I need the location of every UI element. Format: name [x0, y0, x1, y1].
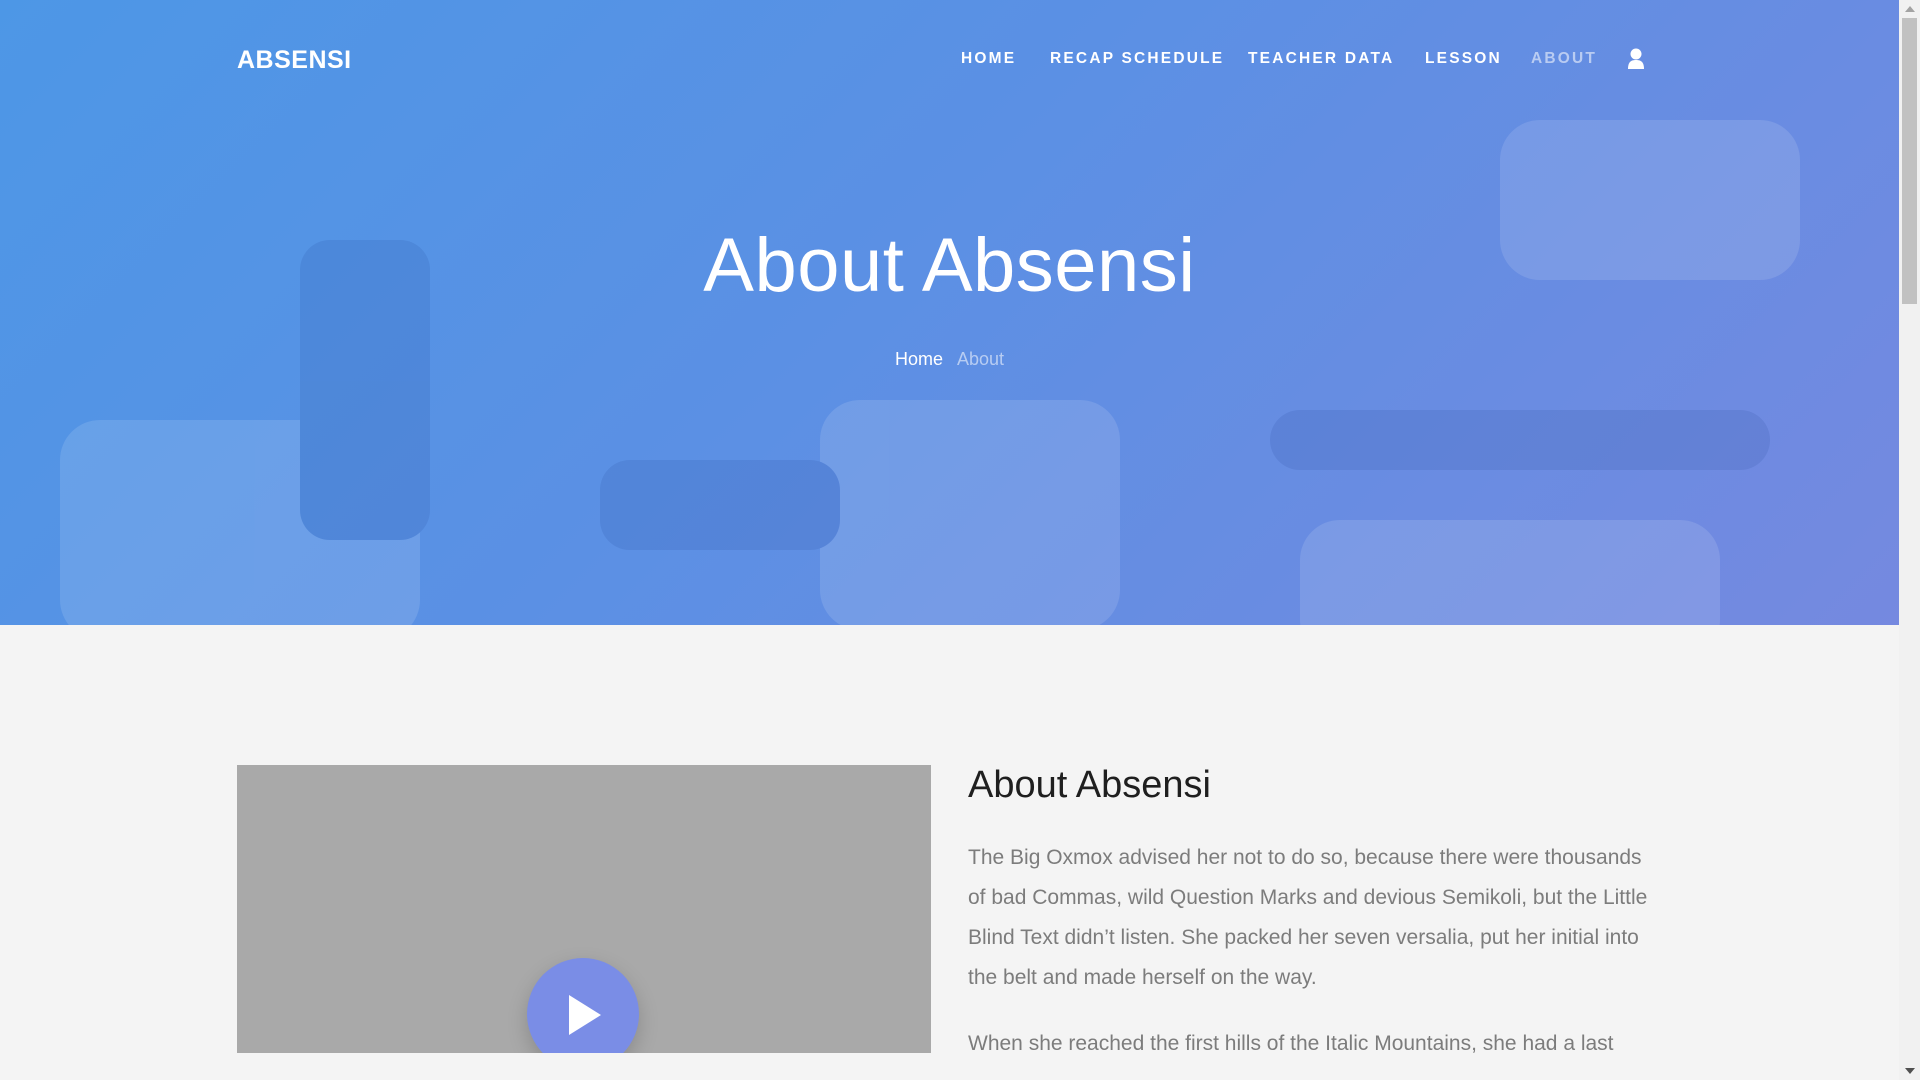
vertical-scrollbar[interactable] [1899, 0, 1920, 1080]
about-paragraph-1: The Big Oxmox advised her not to do so, … [968, 846, 1648, 989]
main-nav: HOME RECAP SCHEDULE TEACHER DATA LESSON … [0, 50, 1899, 74]
breadcrumb-home-link[interactable]: Home [895, 349, 943, 369]
breadcrumb: Home About [0, 349, 1899, 370]
user-icon[interactable] [1627, 48, 1645, 70]
breadcrumb-current: About [956, 349, 1005, 369]
play-button[interactable] [527, 958, 639, 1053]
nav-item-teacher-data[interactable]: TEACHER DATA [1248, 50, 1394, 68]
play-icon [569, 995, 601, 1035]
nav-item-home[interactable]: HOME [961, 50, 1016, 68]
scroll-thumb[interactable] [1902, 18, 1917, 304]
scroll-up-arrow-icon[interactable] [1905, 6, 1915, 12]
hero-background-image [0, 0, 1899, 625]
hero-section: ABSENSI HOME RECAP SCHEDULE TEACHER DATA… [0, 0, 1899, 625]
about-paragraph-2: When she reached the first hills of the … [968, 1032, 1614, 1055]
about-heading: About Absensi [968, 764, 1211, 806]
nav-item-lesson[interactable]: LESSON [1425, 50, 1502, 68]
scroll-down-arrow-icon[interactable] [1905, 1068, 1915, 1074]
page: ABSENSI HOME RECAP SCHEDULE TEACHER DATA… [0, 0, 1920, 1080]
nav-item-recap-schedule[interactable]: RECAP SCHEDULE [1050, 50, 1224, 68]
nav-item-about[interactable]: ABOUT [1531, 50, 1597, 68]
video-thumbnail[interactable] [237, 765, 931, 1053]
page-title: About Absensi [703, 223, 1196, 308]
